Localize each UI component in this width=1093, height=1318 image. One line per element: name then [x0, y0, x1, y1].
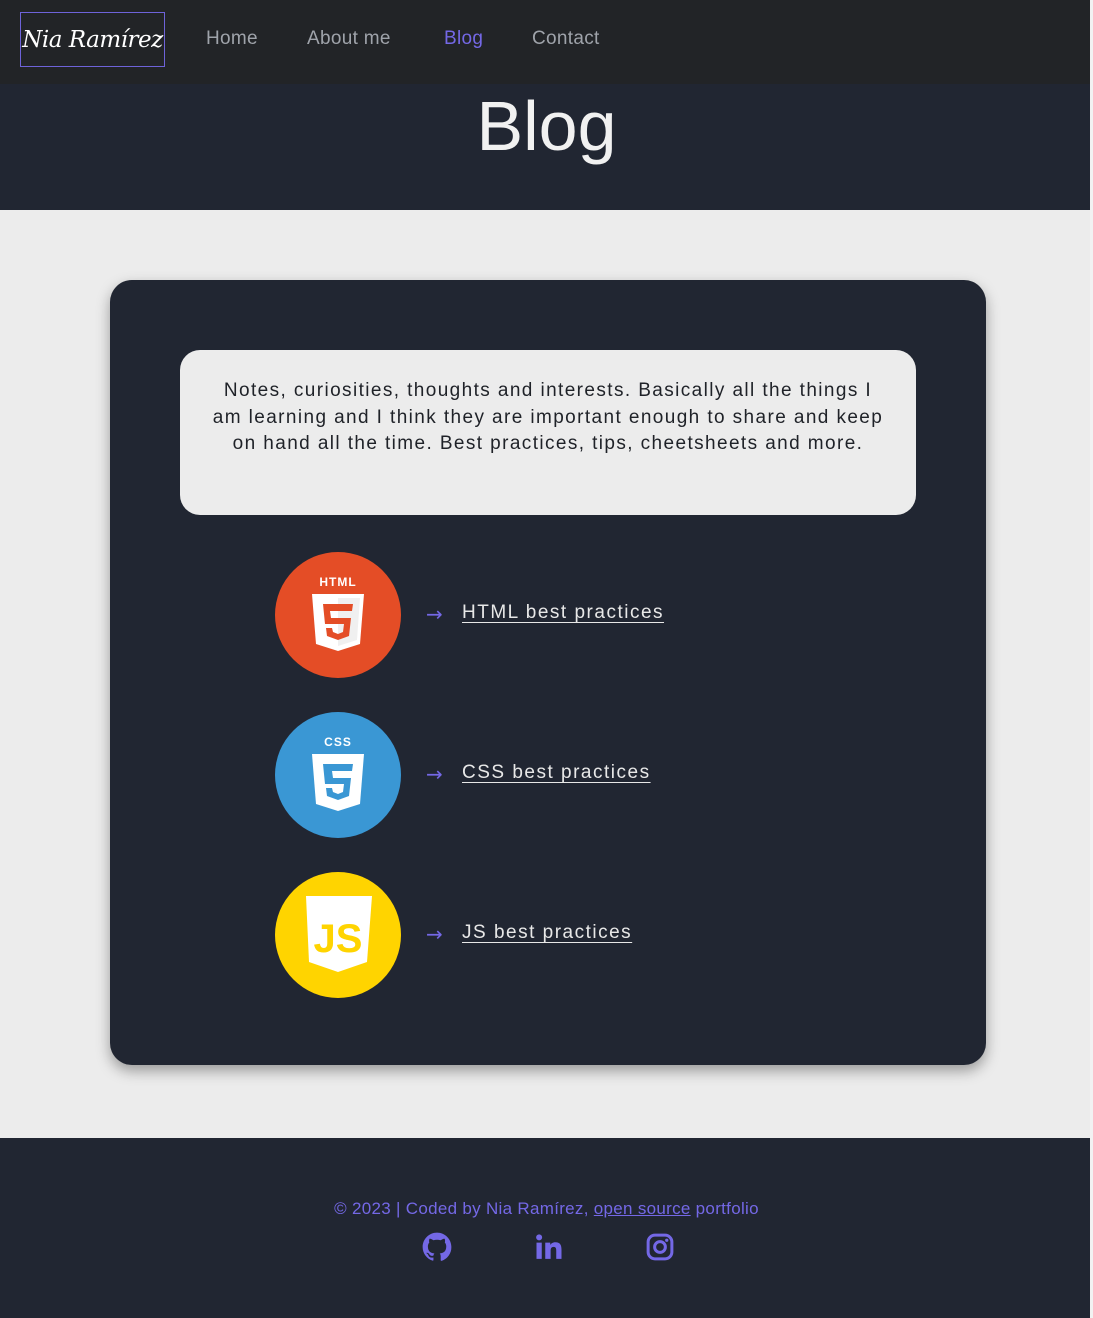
blog-card: Notes, curiosities, thoughts and interes…: [110, 280, 986, 1065]
site-footer: © 2023 | Coded by Nia Ramírez, open sour…: [0, 1138, 1093, 1318]
top-navbar: Nia Ramírez Home About me Blog Contact: [0, 0, 1093, 84]
svg-text:CSS: CSS: [324, 735, 352, 749]
js-icon: JS: [275, 872, 401, 998]
open-source-link[interactable]: open source: [594, 1199, 691, 1218]
page-hero: Blog: [0, 84, 1093, 210]
html-best-practices-link[interactable]: HTML best practices: [462, 602, 664, 624]
html5-icon: HTML: [275, 552, 401, 678]
arrow-right-icon: →: [426, 762, 443, 786]
js-best-practices-link[interactable]: JS best practices: [462, 922, 632, 944]
svg-text:JS: JS: [314, 917, 363, 961]
blog-intro: Notes, curiosities, thoughts and interes…: [180, 350, 916, 515]
svg-text:HTML: HTML: [319, 575, 356, 589]
linkedin-icon[interactable]: [533, 1231, 565, 1263]
instagram-icon[interactable]: [644, 1231, 676, 1263]
arrow-right-icon: →: [426, 602, 443, 626]
css-best-practices-link[interactable]: CSS best practices: [462, 762, 651, 784]
nav-about[interactable]: About me: [307, 28, 391, 50]
footer-credits: © 2023 | Coded by Nia Ramírez, open sour…: [334, 1199, 759, 1218]
github-icon[interactable]: [421, 1231, 453, 1263]
arrow-right-icon: →: [426, 922, 443, 946]
page-title: Blog: [476, 87, 617, 165]
nav-home[interactable]: Home: [206, 28, 258, 50]
nav-contact[interactable]: Contact: [532, 28, 600, 50]
css3-icon: CSS: [275, 712, 401, 838]
nav-blog[interactable]: Blog: [444, 28, 483, 50]
site-logo[interactable]: Nia Ramírez: [20, 12, 165, 67]
